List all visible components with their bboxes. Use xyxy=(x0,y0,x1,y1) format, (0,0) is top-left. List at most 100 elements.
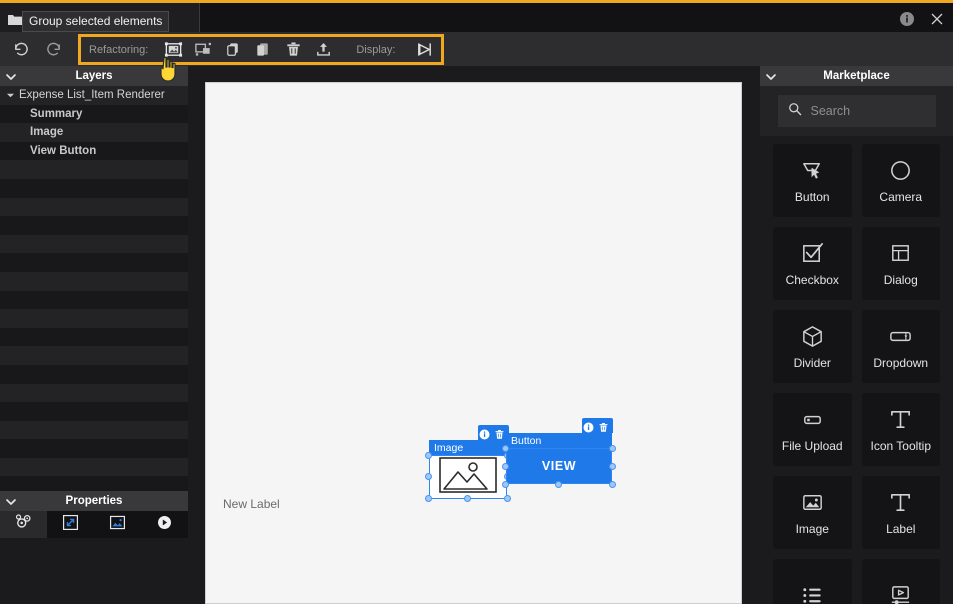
layers-panel-title: Layers xyxy=(75,70,112,82)
fit-to-view-icon[interactable] xyxy=(409,39,439,61)
layer-item-empty xyxy=(0,384,188,403)
canvas-new-label[interactable]: New Label xyxy=(223,497,280,511)
dropdown-icon xyxy=(888,323,914,349)
resize-handle-bl[interactable] xyxy=(425,495,432,502)
layer-item-summary[interactable]: Summary xyxy=(0,105,188,124)
chevron-down-icon[interactable] xyxy=(764,70,778,82)
design-canvas[interactable]: New Label Image xyxy=(205,82,742,604)
resize-handle-tl[interactable] xyxy=(502,445,509,452)
layer-item-empty xyxy=(0,198,188,217)
layer-item-empty xyxy=(0,421,188,440)
resize-icon xyxy=(61,513,80,537)
info-icon[interactable] xyxy=(899,11,915,27)
resize-handle-ml[interactable] xyxy=(425,473,432,480)
marketplace-item-list[interactable] xyxy=(773,559,852,604)
info-icon[interactable] xyxy=(583,420,594,431)
caret-down-icon[interactable] xyxy=(6,91,15,100)
layer-item-empty xyxy=(0,253,188,272)
layers-list: Expense List_Item Renderer SummaryImage Vi… xyxy=(0,86,188,495)
ungroup-elements-icon[interactable] xyxy=(188,39,218,61)
layer-item-empty xyxy=(0,235,188,254)
mouse-cursor-hand xyxy=(157,56,179,82)
undo-icon[interactable] xyxy=(10,39,30,59)
search-icon xyxy=(788,102,802,121)
trash-icon[interactable] xyxy=(598,420,609,431)
marketplace-item-checkbox[interactable]: Checkbox xyxy=(773,227,852,300)
list-icon xyxy=(799,583,825,604)
export-icon[interactable] xyxy=(308,39,338,61)
properties-tab-strip xyxy=(0,511,188,538)
resize-handle-bc[interactable] xyxy=(555,481,562,488)
resize-handle-ml[interactable] xyxy=(502,463,509,470)
button-element-badge-bar xyxy=(582,418,613,433)
layer-item-expense-list-item-renderer[interactable]: Expense List_Item Renderer xyxy=(0,86,188,105)
marketplace-item-label[interactable]: Label xyxy=(862,476,941,549)
trash-icon[interactable] xyxy=(494,427,505,438)
paste-icon[interactable] xyxy=(248,39,278,61)
redo-icon[interactable] xyxy=(44,39,64,59)
tab-image-properties[interactable] xyxy=(94,511,141,538)
resize-handle-tr[interactable] xyxy=(609,445,616,452)
chevron-down-icon[interactable] xyxy=(4,495,18,507)
search-placeholder: Search xyxy=(811,104,851,118)
checkbox-icon xyxy=(799,240,825,266)
delete-icon[interactable] xyxy=(278,39,308,61)
layer-item-image[interactable]: Image xyxy=(0,123,188,142)
image-placeholder-icon xyxy=(439,457,497,498)
marketplace-item-camera[interactable]: Camera xyxy=(862,144,941,217)
layer-item-empty xyxy=(0,160,188,179)
layer-item-empty xyxy=(0,402,188,421)
display-label: Display: xyxy=(356,44,395,56)
resize-handle-bc[interactable] xyxy=(464,495,471,502)
layer-item-empty xyxy=(0,346,188,365)
text-t-icon xyxy=(888,489,914,515)
marketplace-item-icon-tooltip[interactable]: Icon Tooltip xyxy=(862,393,941,466)
selected-element-button[interactable]: Button VIEW xyxy=(506,443,612,503)
layer-item-empty xyxy=(0,272,188,291)
history-controls xyxy=(0,39,64,59)
marketplace-item-label: File Upload xyxy=(782,439,843,453)
marketplace-item-dropdown[interactable]: Dropdown xyxy=(862,310,941,383)
layer-item-empty xyxy=(0,291,188,310)
tab-preview-properties[interactable] xyxy=(141,511,188,538)
marketplace-item-divider[interactable]: Divider xyxy=(773,310,852,383)
canvas-area[interactable]: New Label Image xyxy=(188,66,760,604)
search-input[interactable]: Search xyxy=(778,95,936,127)
marketplace-item-label: Dropdown xyxy=(873,356,928,370)
layer-item-empty xyxy=(0,365,188,384)
marketplace-item-button[interactable]: Button xyxy=(773,144,852,217)
tab-layout-properties[interactable] xyxy=(47,511,94,538)
marketplace-item-image[interactable]: Image xyxy=(773,476,852,549)
resize-handle-bl[interactable] xyxy=(502,481,509,488)
marketplace-item-file-upload[interactable]: File Upload xyxy=(773,393,852,466)
marketplace-item-dialog[interactable]: Dialog xyxy=(862,227,941,300)
marketplace-item-video-player[interactable] xyxy=(862,559,941,604)
info-icon[interactable] xyxy=(479,427,490,438)
tab-general-properties[interactable] xyxy=(0,511,47,538)
marketplace-item-label: Dialog xyxy=(884,273,918,287)
image-element-body[interactable] xyxy=(429,455,507,499)
image-element-badge-bar xyxy=(478,425,509,440)
layer-item-view-button[interactable]: View Button xyxy=(0,142,188,161)
resize-handle-br[interactable] xyxy=(609,481,616,488)
view-button[interactable]: VIEW xyxy=(506,448,612,484)
tooltip-group-selected-elements: Group selected elements xyxy=(22,11,169,32)
layer-item-label: Expense List_Item Renderer xyxy=(19,89,165,101)
app-root: ec & Doc Group selected elements Refacto… xyxy=(0,0,953,604)
layer-item-empty xyxy=(0,309,188,328)
cube-icon xyxy=(799,323,825,349)
marketplace-item-label: Icon Tooltip xyxy=(871,439,932,453)
chevron-down-icon[interactable] xyxy=(4,70,18,82)
marketplace-panel-header[interactable]: Marketplace xyxy=(760,66,953,86)
refactoring-toolbar-group: Refactoring: xyxy=(78,34,444,65)
resize-handle-tl[interactable] xyxy=(425,452,432,459)
selected-element-image[interactable]: Image xyxy=(429,443,507,503)
button-cursor-icon xyxy=(799,157,825,183)
title-bar: ec & Doc Group selected elements xyxy=(0,0,953,32)
copy-icon[interactable] xyxy=(218,39,248,61)
resize-handle-mr[interactable] xyxy=(609,463,616,470)
properties-panel-header[interactable]: Properties xyxy=(0,491,188,511)
layer-item-label: View Button xyxy=(30,145,96,157)
marketplace-panel-title: Marketplace xyxy=(823,70,889,82)
close-icon[interactable] xyxy=(929,11,945,27)
